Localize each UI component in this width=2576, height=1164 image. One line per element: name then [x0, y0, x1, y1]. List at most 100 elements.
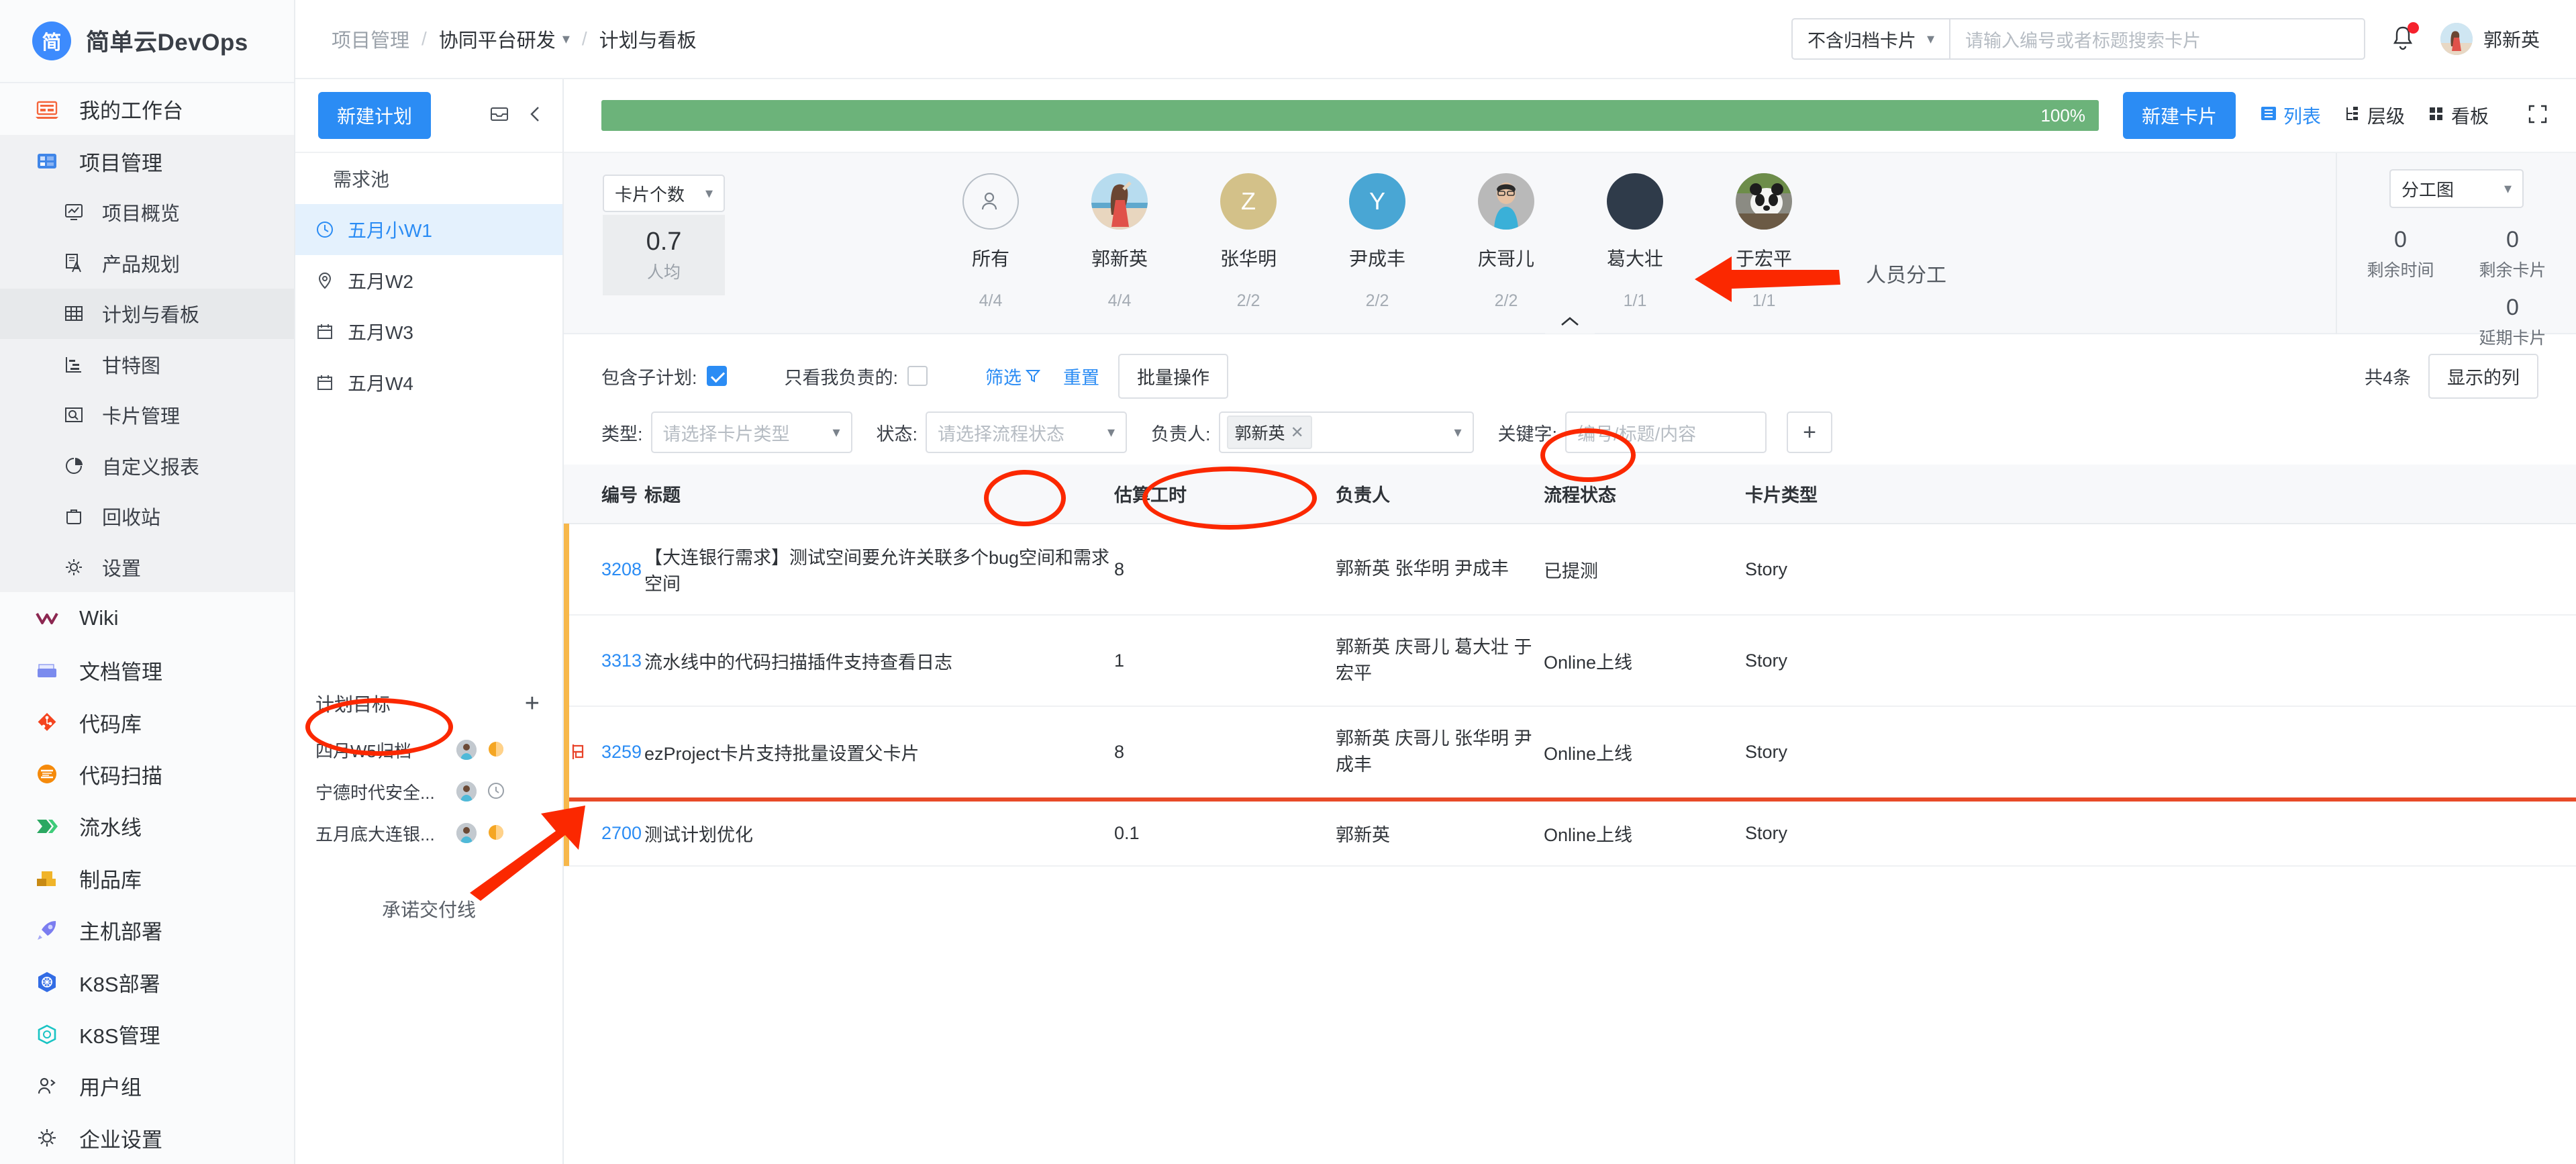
table-row[interactable]: 3313 流水线中的代码扫描插件支持查看日志 1 郭新英 庆哥儿 葛大壮 于宏平…	[564, 615, 2576, 708]
only-mine-toggle[interactable]: 只看我负责的:	[785, 363, 928, 389]
card-hours: 8	[1114, 559, 1125, 579]
card-title[interactable]: 【大连银行需求】测试空间要允许关联多个bug空间和需求空间	[644, 548, 1109, 594]
sidebar-item-gantt[interactable]: 甘特图	[0, 339, 294, 390]
search-input[interactable]: 请输入编号或者标题搜索卡片	[1948, 18, 2365, 60]
card-title[interactable]: 流水线中的代码扫描插件支持查看日志	[644, 652, 952, 673]
sidebar-item-overview[interactable]: 项目概览	[0, 187, 294, 238]
col-hours[interactable]: 估算工时	[1114, 465, 1336, 524]
sidebar-item-custom-report[interactable]: 自定义报表	[0, 440, 294, 491]
sidebar-item-wiki[interactable]: Wiki	[0, 592, 294, 644]
sidebar-item-host-deploy[interactable]: 主机部署	[0, 904, 294, 956]
enterprise-gear-icon	[32, 1123, 62, 1153]
person-all[interactable]: 所有 4/4	[926, 173, 1055, 311]
person-yinchengfeng[interactable]: Y 尹成丰 2/2	[1313, 173, 1442, 311]
sidebar-item-product-planning[interactable]: 产品规划	[0, 238, 294, 289]
archive-filter-select[interactable]: 不含归档卡片 ▾	[1791, 18, 1949, 60]
visible-columns-button[interactable]: 显示的列	[2428, 353, 2538, 399]
tab-hierarchy[interactable]: 层级	[2344, 102, 2405, 129]
chevron-down-icon: ▾	[832, 424, 840, 440]
fullscreen-icon[interactable]	[2526, 103, 2549, 129]
tab-list[interactable]: 列表	[2260, 102, 2321, 129]
person-yuhongping[interactable]: 于宏平 1/1	[1699, 173, 1828, 311]
table-row[interactable]: 3259 ezProject卡片支持批量设置父卡片 8 郭新英 庆哥儿 张华明 …	[564, 706, 2576, 802]
sidebar-item-artifacts[interactable]: 制品库	[0, 853, 294, 904]
only-mine-checkbox[interactable]	[907, 366, 928, 386]
col-status[interactable]: 流程状态	[1544, 465, 1745, 524]
sidebar-item-project-management[interactable]: 项目管理	[0, 135, 294, 187]
tab-kanban[interactable]: 看板	[2428, 102, 2489, 129]
col-id[interactable]: 编号	[564, 465, 644, 524]
new-plan-button[interactable]: 新建计划	[318, 92, 432, 139]
owner-tag[interactable]: 郭新英 ✕	[1226, 416, 1312, 449]
goal-item-2[interactable]: 五月底大连银...	[295, 812, 562, 854]
stats-row-1: 0 剩余时间 0 剩余卡片	[2337, 227, 2576, 281]
plan-item-2[interactable]: 五月W3	[295, 306, 562, 357]
filter-icon	[1026, 370, 1041, 383]
plan-item-label: 五月W2	[348, 271, 414, 292]
card-id-link[interactable]: 3208	[601, 559, 642, 579]
card-id-link[interactable]: 2700	[601, 823, 642, 843]
notifications-button[interactable]	[2388, 22, 2419, 54]
user-menu[interactable]: 郭新英	[2440, 23, 2540, 55]
plan-item-3[interactable]: 五月W4	[295, 357, 562, 408]
sidebar-item-card-management[interactable]: 卡片管理	[0, 389, 294, 441]
card-title[interactable]: 测试计划优化	[644, 825, 753, 845]
col-title[interactable]: 标题	[644, 465, 1114, 524]
sidebar-item-k8s-manage[interactable]: K8S管理	[0, 1008, 294, 1060]
breadcrumb-separator-2: /	[581, 28, 587, 49]
breadcrumb-root[interactable]: 项目管理	[332, 25, 409, 53]
person-gedazhuang[interactable]: 葛大壮 1/1	[1571, 173, 1699, 311]
keyword-input[interactable]: 编号/标题/内容	[1565, 411, 1767, 453]
new-card-button[interactable]: 新建卡片	[2122, 92, 2236, 139]
sidebar-item-workbench[interactable]: 我的工作台	[0, 83, 294, 135]
brand-header[interactable]: 简 简单云DevOps	[0, 0, 294, 83]
sidebar-item-docs[interactable]: 文档管理	[0, 644, 294, 696]
include-subplans-checkbox[interactable]	[706, 366, 727, 386]
filter-button[interactable]: 筛选	[985, 363, 1041, 389]
goal-item-1[interactable]: 宁德时代安全...	[295, 771, 562, 812]
status-filter-select[interactable]: 请选择流程状态 ▾	[926, 411, 1128, 453]
plan-item-0[interactable]: 五月小W1	[295, 204, 562, 255]
goal-item-0[interactable]: 四月W5归档	[295, 729, 562, 771]
card-status: Online上线	[1544, 743, 1633, 764]
type-filter-select[interactable]: 请选择卡片类型 ▾	[650, 411, 852, 453]
person-qingger[interactable]: 庆哥儿 2/2	[1442, 173, 1571, 311]
chart-type-select[interactable]: 分工图 ▾	[2389, 169, 2524, 208]
plan-item-pool[interactable]: 需求池	[295, 153, 562, 204]
sidebar-label: 流水线	[79, 816, 142, 840]
sidebar-label: 回收站	[102, 507, 161, 530]
table-row[interactable]: 2700 测试计划优化 0.1 郭新英 Online上线 Story	[564, 799, 2576, 867]
sidebar-item-k8s-deploy[interactable]: K8S部署	[0, 956, 294, 1008]
card-title[interactable]: ezProject卡片支持批量设置父卡片	[644, 744, 920, 764]
include-subplans-toggle[interactable]: 包含子计划:	[601, 363, 727, 389]
plan-icon	[59, 248, 89, 278]
sidebar-item-pipeline[interactable]: 流水线	[0, 800, 294, 852]
sidebar-item-plan-board[interactable]: 计划与看板	[0, 288, 294, 340]
person-zhanghuaming[interactable]: Z 张华明 2/2	[1184, 173, 1313, 311]
owner-filter-select[interactable]: 郭新英 ✕ ▾	[1218, 411, 1474, 453]
card-id-link[interactable]: 3259	[601, 742, 642, 762]
reset-button[interactable]: 重置	[1063, 363, 1099, 389]
sidebar-item-user-group[interactable]: 用户组	[0, 1060, 294, 1112]
col-type[interactable]: 卡片类型	[1745, 465, 2576, 524]
sidebar-item-recycle-bin[interactable]: 回收站	[0, 491, 294, 542]
sidebar-item-code-scan[interactable]: 代码扫描	[0, 748, 294, 800]
workload-metric-select[interactable]: 卡片个数 ▾	[603, 175, 725, 212]
sidebar-item-settings[interactable]: 设置	[0, 542, 294, 593]
batch-operation-button[interactable]: 批量操作	[1118, 353, 1229, 399]
table-row[interactable]: 3208 【大连银行需求】测试空间要允许关联多个bug空间和需求空间 8 郭新英…	[564, 524, 2576, 616]
breadcrumb-project[interactable]: 协同平台研发 ▾	[439, 25, 570, 53]
archive-box-icon[interactable]	[489, 103, 510, 128]
add-goal-button[interactable]: +	[525, 691, 540, 716]
close-icon[interactable]: ✕	[1291, 423, 1304, 442]
col-owners[interactable]: 负责人	[1336, 465, 1544, 524]
sidebar-item-enterprise-settings[interactable]: 企业设置	[0, 1112, 294, 1164]
add-filter-button[interactable]: +	[1787, 411, 1833, 453]
person-guoxinying[interactable]: 郭新英 4/4	[1055, 173, 1184, 311]
sidebar-label: Wiki	[79, 606, 119, 630]
collapse-workload-button[interactable]	[1545, 309, 1595, 334]
sidebar-item-repository[interactable]: 代码库	[0, 696, 294, 748]
plan-item-1[interactable]: 五月W2	[295, 255, 562, 306]
card-id-link[interactable]: 3313	[601, 650, 642, 671]
collapse-sidebar-icon[interactable]	[526, 103, 545, 128]
